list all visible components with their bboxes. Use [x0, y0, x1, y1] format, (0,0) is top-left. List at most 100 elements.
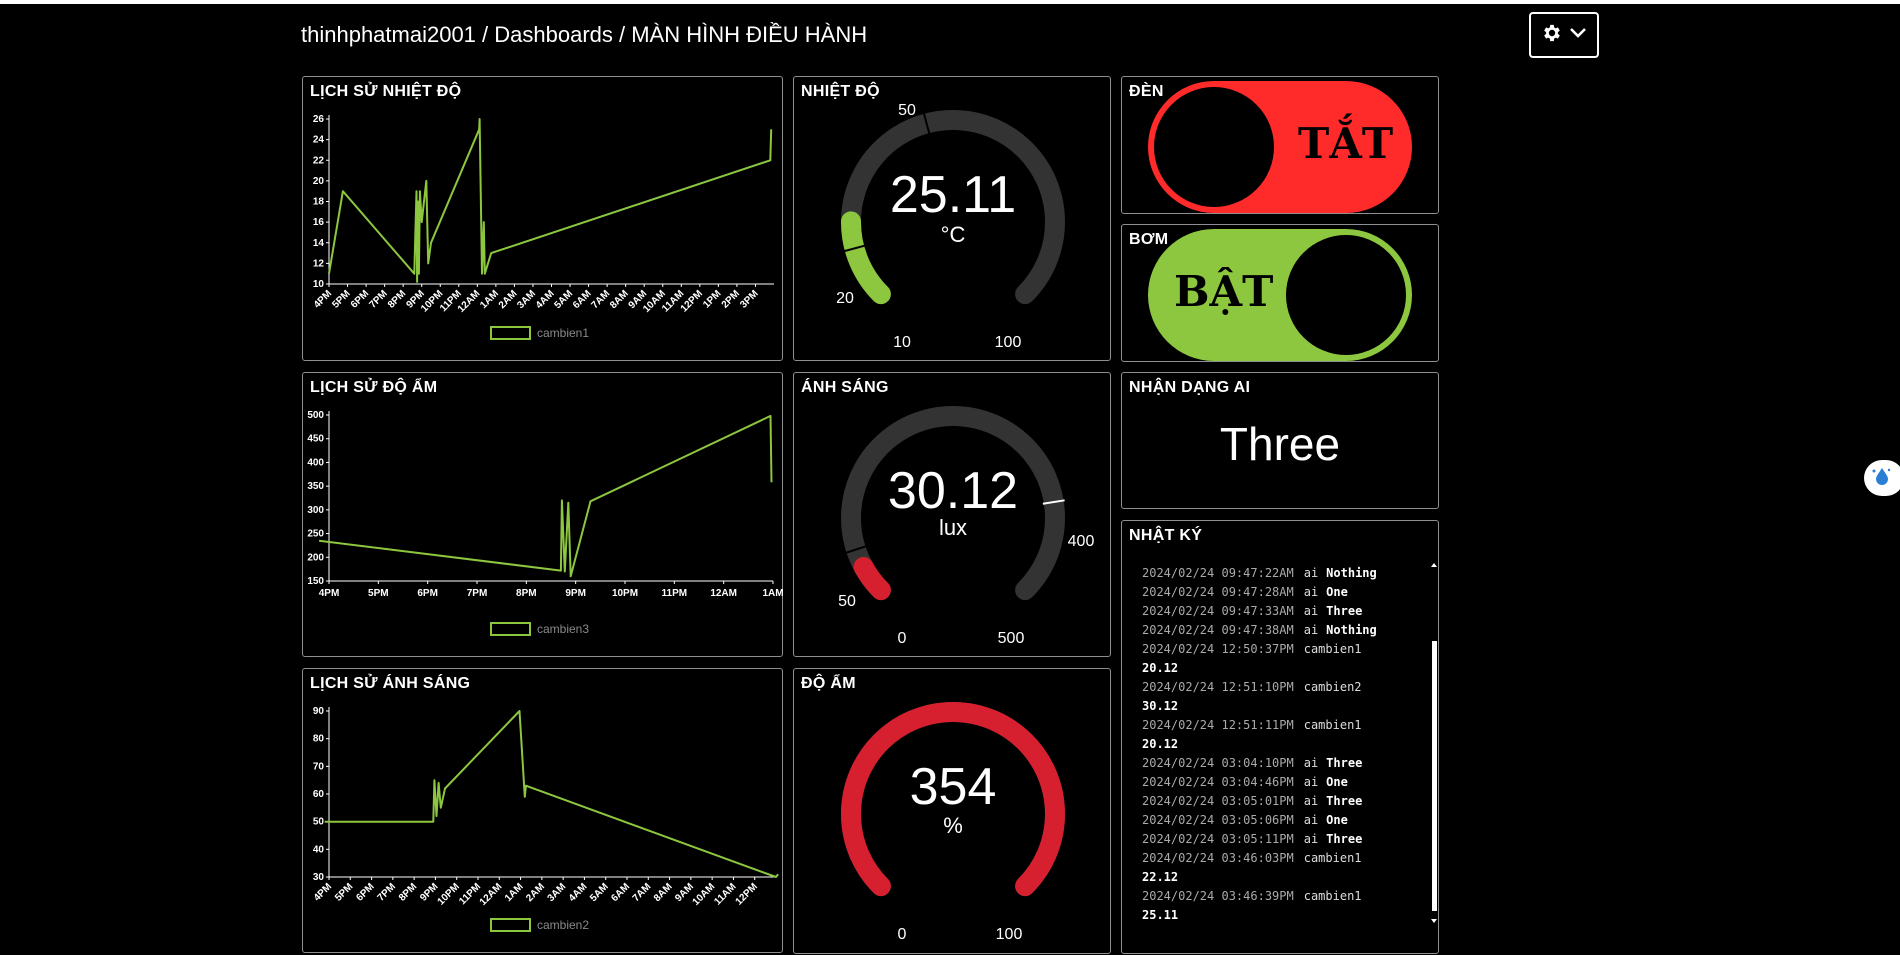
y-tick-label: 150 — [307, 576, 324, 587]
settings-dropdown-button[interactable] — [1529, 12, 1599, 58]
log-entry-value-line: 25.11 — [1142, 906, 1432, 925]
log-entry: 2024/02/24 09:47:28AM ai One — [1142, 583, 1432, 602]
x-tick-label: 5AM — [588, 881, 611, 904]
pump-toggle-switch[interactable]: BẬT — [1148, 229, 1412, 361]
log-timestamp: 2024/02/24 03:46:03PM — [1142, 851, 1294, 865]
gauge-unit: % — [943, 813, 963, 838]
y-tick-label: 50 — [313, 817, 325, 828]
log-entry: 2024/02/24 12:50:37PM cambien1 — [1142, 640, 1432, 659]
log-timestamp: 2024/02/24 09:47:28AM — [1142, 585, 1294, 599]
water-drop-icon — [1870, 465, 1892, 492]
log-entry-value-line: 20.12 — [1142, 659, 1432, 678]
series-line-cambien2 — [324, 710, 779, 878]
gauge-unit: °C — [941, 222, 966, 247]
y-tick-label: 200 — [307, 552, 324, 563]
log-value: One — [1326, 813, 1348, 827]
log-feed-name: cambien1 — [1303, 642, 1362, 656]
log-feed-name: cambien1 — [1303, 851, 1362, 865]
humidity-history-panel: LỊCH SỬ ĐỘ ẨM 150 200 250 300 350 400 450 500 4P… — [302, 372, 784, 657]
log-value: Three — [1326, 604, 1363, 618]
panel-title: ĐÈN — [1129, 83, 1164, 100]
ai-recognition-panel: NHẬN DẠNG AI Three — [1121, 372, 1439, 509]
log-timestamp: 2024/02/24 03:05:01PM — [1142, 794, 1294, 808]
gauge-min-label: 0 — [898, 630, 907, 647]
x-tick-label: 6PM — [354, 881, 376, 903]
log-feed-name: ai — [1303, 756, 1319, 770]
temperature-gauge-panel: NHIỆT ĐỘ 25.11 °C 10 100 20 50 — [793, 76, 1111, 361]
log-value: One — [1326, 585, 1348, 599]
log-value: Three — [1326, 756, 1363, 770]
y-tick-label: 10 — [313, 279, 325, 290]
y-tick-label: 24 — [313, 135, 325, 146]
log-entry: 2024/02/24 12:51:11PM cambien1 — [1142, 716, 1432, 735]
light-gauge-panel: ÁNH SÁNG 30.12 lux 0 500 50 400 — [793, 372, 1111, 657]
log-timestamp: 2024/02/24 12:51:11PM — [1142, 718, 1294, 732]
x-tick-label: 12PM — [734, 881, 760, 907]
y-tick-label: 40 — [313, 844, 325, 855]
x-tick-label: 4PM — [312, 881, 334, 903]
log-feed-name: ai — [1303, 775, 1319, 789]
log-entry: 2024/02/24 03:05:01PM ai Three — [1142, 792, 1432, 811]
x-tick-label: 4PM — [312, 288, 334, 310]
panel-title: NHẬT KÝ — [1129, 527, 1203, 544]
log-entry: 2024/02/24 03:04:10PM ai Three — [1142, 754, 1432, 773]
x-tick-label: 3PM — [738, 288, 760, 310]
y-tick-label: 16 — [313, 217, 325, 228]
x-tick-label: 3AM — [515, 288, 538, 311]
x-tick-label: 4AM — [567, 881, 590, 904]
temperature-history-chart: 1012141618202224264PM5PM6PM7PM8PM9PM10PM… — [312, 114, 774, 340]
x-tick-label: 1AM — [503, 881, 526, 904]
legend-label[interactable]: cambien3 — [537, 622, 589, 636]
log-scrollbar[interactable] — [1430, 561, 1438, 925]
log-timestamp: 2024/02/24 03:04:10PM — [1142, 756, 1294, 770]
floating-assistant-button[interactable] — [1864, 460, 1900, 496]
light-toggle-switch[interactable]: TẮT — [1148, 81, 1412, 213]
x-tick-label: 5PM — [368, 588, 389, 599]
y-tick-label: 450 — [307, 434, 324, 445]
legend-label[interactable]: cambien1 — [537, 326, 589, 340]
y-tick-label: 400 — [307, 457, 324, 468]
breadcrumb[interactable]: thinhphatmai2001 / Dashboards / MÀN HÌNH… — [301, 22, 867, 48]
light-gauge: 30.12 lux 0 500 50 400 — [838, 405, 1094, 647]
scroll-up-arrow-icon[interactable] — [1430, 561, 1438, 569]
y-tick-label: 22 — [313, 155, 325, 166]
scroll-down-arrow-icon[interactable] — [1430, 917, 1438, 925]
gauge-high-label: 50 — [898, 102, 916, 119]
panel-title: BƠM — [1129, 231, 1169, 248]
log-feed-name: cambien2 — [1303, 680, 1362, 694]
x-tick-label: 3AM — [546, 881, 569, 904]
x-tick-label: 7PM — [376, 881, 398, 903]
toggle-knob — [1154, 87, 1274, 207]
scrollbar-thumb[interactable] — [1432, 641, 1437, 911]
y-tick-label: 14 — [313, 238, 325, 249]
x-tick-label: 6AM — [609, 881, 632, 904]
legend-swatch — [490, 622, 531, 636]
gauge-min-label: 10 — [893, 334, 911, 351]
x-tick-label: 5AM — [552, 288, 575, 311]
log-value: Nothing — [1326, 623, 1377, 637]
pump-toggle-panel: BƠM BẬT — [1121, 224, 1439, 362]
y-tick-label: 70 — [313, 761, 325, 772]
y-tick-label: 90 — [313, 706, 325, 717]
log-value: 20.12 — [1142, 737, 1179, 751]
log-entry: 2024/02/24 09:47:38AM ai Nothing — [1142, 621, 1432, 640]
x-tick-label: 1AM — [762, 588, 783, 599]
x-tick-label: 2AM — [497, 288, 520, 311]
light-history-panel: LỊCH SỬ ÁNH SÁNG 30 40 50 60 70 80 90 4PM 5PM 6PM… — [302, 668, 783, 953]
log-feed-name: ai — [1303, 604, 1319, 618]
log-value: 25.11 — [1142, 908, 1179, 922]
x-tick-label: 11AM — [712, 881, 738, 907]
x-tick-label: 11PM — [457, 881, 483, 907]
log-value: Nothing — [1326, 566, 1377, 580]
ai-result-text: Three — [1219, 418, 1341, 470]
log-timestamp: 2024/02/24 09:47:33AM — [1142, 604, 1294, 618]
log-value: 20.12 — [1142, 661, 1179, 675]
y-tick-label: 250 — [307, 529, 324, 540]
x-tick-label: 2AM — [524, 881, 547, 904]
gauge-fill — [840, 211, 891, 305]
toggle-state-label: BẬT — [1174, 267, 1274, 316]
log-entry-value-line: 30.12 — [1142, 697, 1432, 716]
legend-label[interactable]: cambien2 — [537, 918, 589, 932]
x-tick-label: 6PM — [417, 588, 438, 599]
x-tick-label: 12AM — [478, 881, 505, 908]
